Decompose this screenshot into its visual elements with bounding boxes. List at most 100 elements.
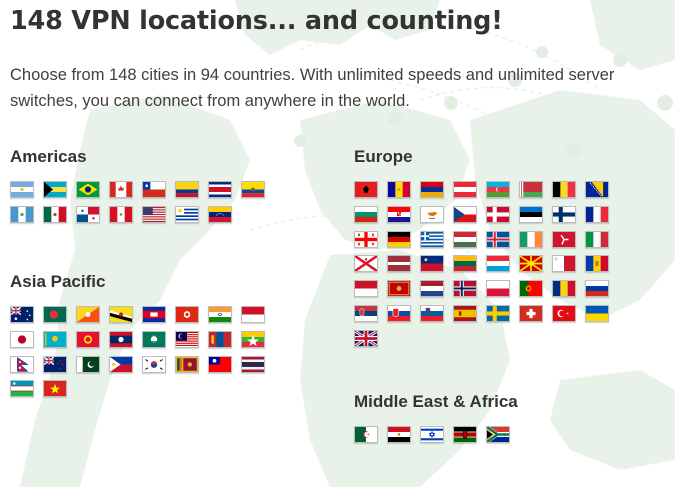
monaco-flag	[354, 280, 378, 298]
brunei-flag	[109, 306, 133, 323]
thailand-flag	[241, 355, 265, 373]
luxembourg-flag	[486, 255, 510, 273]
greece-flag	[420, 230, 444, 248]
algeria-flag	[354, 426, 378, 443]
japan-flag	[10, 330, 34, 348]
sweden-flag	[486, 304, 510, 322]
argentina-flag	[10, 181, 34, 198]
cambodia-flag	[142, 306, 166, 323]
guatemala-flag	[10, 205, 34, 223]
region-asia-pacific: Asia Pacific	[10, 272, 265, 398]
region-title: Middle East & Africa	[354, 392, 518, 411]
spain-flag	[453, 304, 477, 322]
romania-flag	[552, 280, 576, 298]
region-middle-east-africa: Middle East & Africa	[354, 392, 609, 443]
moldova-flag	[585, 255, 609, 273]
myanmar-flag	[241, 330, 265, 348]
lithuania-flag	[453, 255, 477, 273]
isle-of-man-flag	[552, 230, 576, 248]
colombia-flag	[175, 181, 199, 198]
serbia-flag	[354, 304, 378, 322]
united-states-flag	[142, 205, 166, 223]
austria-flag	[453, 181, 477, 198]
ecuador-flag	[241, 181, 265, 198]
albania-flag	[354, 181, 378, 198]
mongolia-flag	[208, 330, 232, 348]
azerbaijan-flag	[486, 181, 510, 198]
bhutan-flag	[76, 306, 100, 323]
iceland-flag	[486, 230, 510, 248]
hungary-flag	[453, 230, 477, 248]
ireland-flag	[519, 230, 543, 248]
norway-flag	[453, 280, 477, 298]
denmark-flag	[486, 205, 510, 223]
portugal-flag	[519, 280, 543, 298]
costa-rica-flag	[208, 181, 232, 198]
bahamas-flag	[43, 181, 67, 198]
armenia-flag	[420, 181, 444, 198]
region-title: Americas	[10, 147, 87, 166]
pakistan-flag	[76, 355, 100, 373]
peru-flag	[109, 205, 133, 223]
sri-lanka-flag	[175, 355, 199, 373]
belgium-flag	[552, 181, 576, 198]
venezuela-flag	[208, 205, 232, 223]
south-africa-flag	[486, 426, 510, 443]
switzerland-flag	[519, 304, 543, 322]
estonia-flag	[519, 205, 543, 223]
uzbekistan-flag	[10, 380, 34, 398]
flag-grid	[354, 181, 609, 347]
finland-flag	[552, 205, 576, 223]
flag-grid	[10, 306, 265, 398]
egypt-flag	[387, 426, 411, 443]
andorra-flag	[387, 181, 411, 198]
flag-grid	[354, 426, 609, 443]
new-zealand-flag	[43, 355, 67, 373]
region-americas: Americas	[10, 147, 265, 223]
russia-flag	[585, 280, 609, 298]
brazil-flag	[76, 181, 100, 198]
kenya-flag	[453, 426, 477, 443]
netherlands-flag	[420, 280, 444, 298]
malaysia-flag	[175, 330, 199, 348]
kyrgyzstan-flag	[76, 330, 100, 348]
taiwan-flag	[208, 355, 232, 373]
hong-kong-flag	[175, 306, 199, 323]
kazakhstan-flag	[43, 330, 67, 348]
indonesia-flag	[241, 306, 265, 323]
georgia-flag	[354, 230, 378, 248]
region-title: Europe	[354, 147, 413, 166]
region-title: Asia Pacific	[10, 272, 106, 291]
liechtenstein-flag	[420, 255, 444, 273]
israel-flag	[420, 426, 444, 443]
flag-grid	[10, 181, 265, 223]
poland-flag	[486, 280, 510, 298]
united-kingdom-flag	[354, 329, 378, 347]
intro-text: Choose from 148 cities in 94 countries. …	[10, 66, 615, 110]
canada-flag	[109, 181, 133, 198]
page-title: 148 VPN locations... and counting!	[10, 6, 503, 36]
croatia-flag	[387, 205, 411, 223]
vietnam-flag	[43, 380, 67, 398]
south-korea-flag	[142, 355, 166, 373]
mexico-flag	[43, 205, 67, 223]
laos-flag	[109, 330, 133, 348]
region-europe: Europe	[354, 147, 609, 347]
ukraine-flag	[585, 304, 609, 322]
montenegro-flag	[387, 280, 411, 298]
india-flag	[208, 306, 232, 323]
italy-flag	[585, 230, 609, 248]
macau-flag	[142, 330, 166, 348]
bangladesh-flag	[43, 306, 67, 323]
nepal-flag	[10, 355, 34, 373]
philippines-flag	[109, 355, 133, 373]
cyprus-flag	[420, 205, 444, 223]
chile-flag	[142, 181, 166, 198]
bosnia-flag	[585, 181, 609, 198]
jersey-flag	[354, 255, 378, 273]
uruguay-flag	[175, 205, 199, 223]
australia-flag	[10, 306, 34, 323]
slovakia-flag	[387, 304, 411, 322]
france-flag	[585, 205, 609, 223]
north-macedonia-flag	[519, 255, 543, 273]
